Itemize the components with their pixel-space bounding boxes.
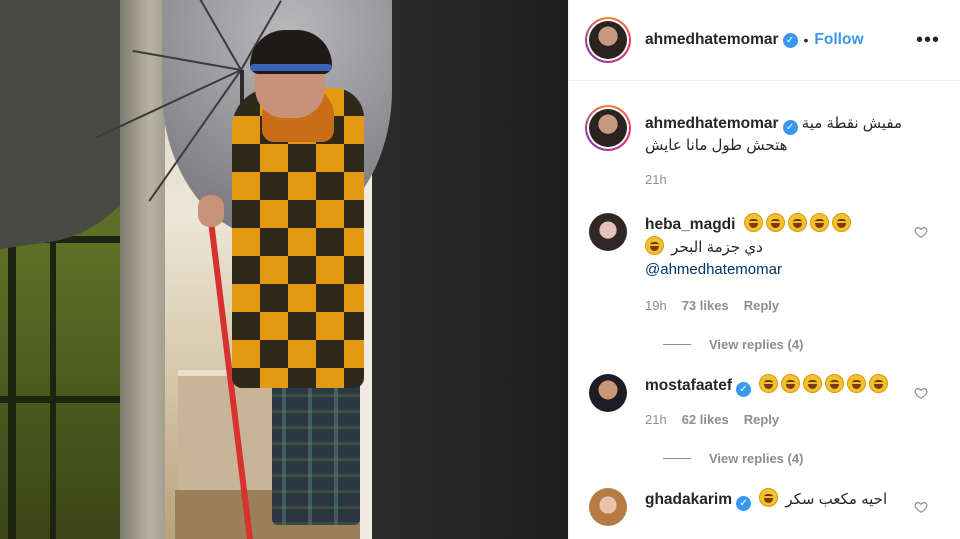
avatar[interactable] (589, 488, 627, 526)
divider-line (663, 344, 691, 345)
verified-badge-icon: ✓ (736, 382, 751, 397)
comments-panel: ahmedhatemomar ✓ • Follow ••• ahmedhatem… (568, 0, 960, 539)
comment-text: دي جزمة البحر (671, 239, 763, 256)
caption-timestamp[interactable]: 21h (645, 169, 902, 191)
comment-timestamp[interactable]: 19h (645, 295, 667, 317)
post-photo[interactable] (0, 0, 568, 539)
divider-line (663, 458, 691, 459)
laughing-emoji-icon (787, 213, 807, 232)
post-caption: ahmedhatemomar ✓ مفيش نقطة مية هتحش طول م… (585, 81, 944, 191)
story-ring[interactable] (585, 105, 631, 151)
verified-badge-icon: ✓ (782, 120, 798, 135)
comment-likes[interactable]: 62 likes (682, 409, 729, 431)
view-replies-label: View replies (4) (709, 451, 804, 466)
laughing-emoji-icon (825, 374, 845, 393)
verified-badge-icon: ✓ (736, 496, 752, 511)
laughing-emoji-icon (743, 213, 763, 232)
caption-text-line2: هتحش طول مانا عايش (645, 137, 788, 154)
laughing-emoji-icon (803, 374, 823, 393)
laughing-emoji-icon (869, 374, 889, 393)
avatar[interactable] (589, 213, 627, 251)
caption-username[interactable]: ahmedhatemomar (645, 115, 779, 132)
avatar[interactable] (589, 374, 627, 412)
laughing-emoji-icon (781, 374, 801, 393)
reply-button[interactable]: Reply (744, 295, 779, 317)
post-header: ahmedhatemomar ✓ • Follow ••• (569, 0, 960, 81)
comment-meta: 21h 62 likes Reply (645, 409, 905, 431)
person-hand (198, 195, 224, 227)
laughing-emoji-icon (645, 236, 664, 255)
like-heart-icon[interactable] (914, 500, 928, 514)
view-replies-button[interactable]: View replies (4) (663, 451, 944, 466)
emoji-laughing-icons (743, 213, 854, 233)
comment-timestamp[interactable]: 21h (645, 409, 667, 431)
comment-username[interactable]: heba_magdi (645, 216, 735, 233)
comment-meta: 19h 73 likes Reply (645, 295, 905, 317)
laughing-emoji-icon (809, 213, 829, 232)
reply-button[interactable]: Reply (744, 409, 779, 431)
laughing-emoji-icon (847, 374, 867, 393)
like-heart-icon[interactable] (914, 225, 928, 239)
verified-badge-icon: ✓ (782, 32, 798, 48)
view-replies-button[interactable]: View replies (4) (663, 337, 944, 352)
avatar[interactable] (589, 21, 627, 59)
person-headband (250, 64, 332, 71)
comment-item: ghadakarim ✓ احيه مكعب سكر (585, 488, 944, 526)
avatar[interactable] (589, 109, 627, 147)
follow-button[interactable]: Follow (814, 31, 863, 49)
post-author-username[interactable]: ahmedhatemomar (645, 31, 779, 49)
comment-list: ahmedhatemomar ✓ مفيش نقطة مية هتحش طول م… (569, 81, 960, 526)
separator-dot: • (803, 32, 809, 48)
emoji-laughing-icons (759, 374, 891, 394)
comment-username[interactable]: mostafaatef (645, 377, 732, 394)
laughing-emoji-icon (831, 213, 851, 232)
story-ring[interactable] (585, 17, 631, 63)
comment-likes[interactable]: 73 likes (682, 295, 729, 317)
comment-username[interactable]: ghadakarim (645, 491, 732, 508)
view-replies-label: View replies (4) (709, 337, 804, 352)
like-heart-icon[interactable] (914, 386, 928, 400)
laughing-emoji-icon (759, 374, 779, 393)
dark-wall (372, 0, 568, 539)
laughing-emoji-icon (759, 488, 779, 507)
comment-item: mostafaatef ✓ 21h 62 likes Reply (585, 374, 944, 431)
laughing-emoji-icon (765, 213, 785, 232)
mention-link[interactable]: @ahmedhatemomar (645, 261, 782, 278)
caption-text-line1: مفيش نقطة مية (801, 115, 903, 132)
more-options-icon[interactable]: ••• (916, 30, 940, 50)
comment-text: احيه مكعب سكر (785, 491, 888, 508)
person-pants (272, 380, 360, 525)
comment-item: heba_magdi دي جزمة البحر @ahmedhatemomar… (585, 213, 944, 317)
